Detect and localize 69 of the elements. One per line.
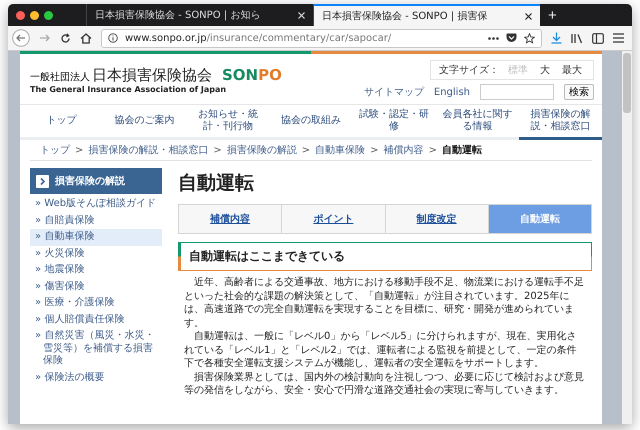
close-tab-icon[interactable] [525,12,532,20]
section-heading: 自動運転はここまできている [178,242,592,271]
sidebar-item[interactable]: » 自賠責保険 [30,212,162,229]
body-paragraph: 自動運転は、一般に「レベル0」から「レベル5」に分けられますが、現在、実用化されている「レベル1」と「レベル2」では、運転者による監視を前提として、一定の条件下で各種安全運転支援システムが機能し、運転者の安全運転をサポートします。 [183,330,578,370]
back-icon[interactable] [12,29,30,47]
search-button[interactable]: 検索 [564,84,594,100]
nav-item[interactable]: 試験・認定・研修 [352,105,436,140]
address-bar[interactable]: www.sonpo.or.jp/insurance/commentary/car/sapocar/ [101,28,542,48]
nav-item[interactable]: お知らせ・統計・刊行物 [186,105,270,140]
breadcrumb-separator: > [302,144,310,156]
sidebar-item[interactable]: » 地震保険 [30,262,162,278]
breadcrumb-link[interactable]: 補償内容 [384,143,424,157]
header-link[interactable]: サイトマップ [364,85,424,99]
organization-name-english: The General Insurance Association of Japan [30,85,228,94]
new-tab-button[interactable]: + [540,4,565,26]
sidebar-item[interactable]: » 個人賠償責任保険 [30,312,162,328]
sidebar-title: 損害保険の解説 [55,174,125,188]
pocket-icon[interactable] [506,33,517,43]
maximize-window-icon[interactable] [44,10,53,20]
organization-name: 日本損害保険協会 [92,66,212,85]
sidebar-item[interactable]: » 保険法の概要 [30,370,162,386]
chevron-icon [36,174,49,188]
content-tab[interactable]: 制度改定 [384,205,488,233]
sidebar-item[interactable]: » 傷害保険 [30,278,162,295]
home-icon[interactable] [80,32,92,44]
font-size-label: 文字サイズ： [439,64,499,77]
scrollbar[interactable] [622,51,632,424]
sidebar-item[interactable]: » 火災保険 [30,246,162,262]
font-size-option[interactable]: 最大 [559,63,585,77]
star-icon[interactable] [524,32,535,44]
sidebar-icon[interactable] [592,32,604,44]
reload-icon[interactable] [60,32,71,44]
nav-item[interactable]: 協会の取組み [269,105,353,140]
breadcrumb-link[interactable]: トップ [40,143,70,157]
header-link[interactable]: English [434,86,470,98]
organization-type: 一般社団法人 [30,70,90,84]
info-icon[interactable] [108,33,118,43]
breadcrumb-link[interactable]: 損害保険の解説 [226,143,297,157]
close-window-icon[interactable] [16,10,25,20]
library-icon[interactable] [571,32,583,44]
body-paragraph: 近年、高齢者による交通事故、地方における移動手段不足、物流業における運転手不足といった社会的な課題の解決策として、「自動運転」が注目されています。2025年には、高速道路での完全自動運転を実現することを目標に、研究・開発が進められています。 [183,276,585,330]
page-title: 自動運転 [178,171,255,196]
font-size-option[interactable]: 大 [537,63,553,77]
nav-item[interactable]: 協会のご案内 [103,105,186,140]
breadcrumb-link[interactable]: 損害保険の解説・相談窓口 [88,143,208,157]
breadcrumb-separator: > [213,144,222,156]
nav-item[interactable]: トップ [20,105,104,140]
body-paragraph: 損害保険業界としては、国内外の検討動向を注視しつつ、必要に応じて検討および意見等の発信をしながら、安全・安心で円滑な道路交通社会の実現に寄与していきます。 [183,370,585,398]
nav-item[interactable]: 損害保険の解説・相談窓口 [518,105,602,140]
content-tab[interactable]: ポイント [281,205,384,233]
breadcrumb-current: 自動運転 [442,144,482,157]
search-field[interactable] [480,84,554,100]
breadcrumb-separator: > [428,144,437,156]
sidebar-item[interactable]: » 自動車保険 [30,229,162,246]
breadcrumb-link[interactable]: 自動車保険 [315,143,366,157]
menu-icon[interactable] [613,33,624,43]
more-icon[interactable] [488,36,499,40]
url-text: www.sonpo.or.jp/insurance/commentary/car/sapocar/ [125,32,392,44]
breadcrumb-separator: > [75,144,84,156]
content-tab[interactable]: 補償内容 [179,205,282,233]
browser-tab[interactable]: 日本損害保険協会 - SONPO | 損害保 [313,4,540,26]
sidebar-item[interactable]: » 自然災害（風災・水災・雪災等）を補償する損害保険 [30,328,162,370]
sidebar-item[interactable]: » Web版そんぽ相談ガイド [30,196,162,212]
breadcrumb-separator: > [370,144,379,156]
download-icon[interactable] [551,32,562,44]
nav-item[interactable]: 会員各社に関する情報 [436,105,519,140]
minimize-window-icon[interactable] [30,10,39,20]
scrollbar-thumb[interactable] [623,53,631,113]
sidebar-item[interactable]: » 医療・介護保険 [30,295,162,312]
